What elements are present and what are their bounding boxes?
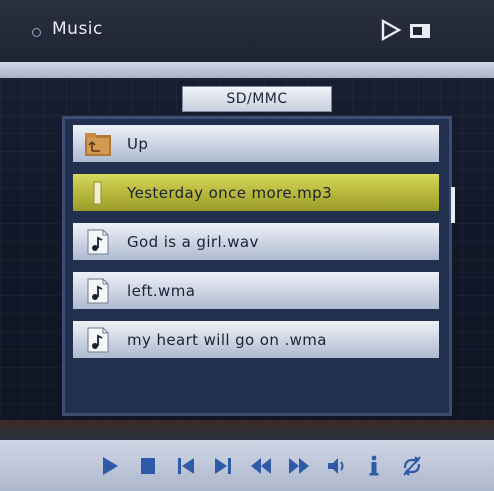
file-list-item[interactable]: left.wma bbox=[73, 272, 439, 309]
bottom-divider bbox=[0, 420, 494, 442]
title-bar: Music bbox=[0, 0, 494, 66]
playback-controls bbox=[96, 447, 426, 485]
fast-forward-icon[interactable] bbox=[285, 450, 313, 482]
file-name: Yesterday once more.mp3 bbox=[127, 183, 333, 202]
file-name: left.wma bbox=[127, 281, 196, 300]
file-list-panel: Up Yesterday once more.mp3 God is a girl.w… bbox=[62, 116, 455, 416]
audio-file-icon bbox=[83, 325, 113, 355]
scrollbar-thumb[interactable] bbox=[451, 187, 455, 223]
file-list-item[interactable]: God is a girl.wav bbox=[73, 223, 439, 260]
playback-indicator-icon bbox=[381, 18, 402, 42]
audio-file-icon bbox=[83, 178, 113, 208]
folder-up-icon bbox=[83, 129, 113, 159]
folder-up-item[interactable]: Up bbox=[73, 125, 439, 162]
storage-source-tab[interactable]: SD/MMC bbox=[182, 86, 332, 112]
app-title: Music bbox=[52, 19, 103, 39]
sd-card-indicator-icon bbox=[410, 24, 430, 38]
file-list-item[interactable]: my heart will go on .wma bbox=[73, 321, 439, 358]
next-track-icon[interactable] bbox=[209, 450, 237, 482]
player-screen: Music SD/MMC Up Yesterday once more.mp3 Go… bbox=[0, 0, 494, 491]
audio-file-icon bbox=[83, 227, 113, 257]
header-divider bbox=[0, 62, 494, 78]
audio-file-icon bbox=[83, 276, 113, 306]
previous-track-icon[interactable] bbox=[172, 450, 200, 482]
rewind-icon[interactable] bbox=[247, 450, 275, 482]
file-name: my heart will go on .wma bbox=[127, 330, 327, 349]
file-list: Up Yesterday once more.mp3 God is a girl.w… bbox=[73, 125, 439, 370]
info-icon[interactable] bbox=[360, 450, 388, 482]
stop-icon[interactable] bbox=[134, 450, 162, 482]
file-name: Up bbox=[127, 134, 149, 153]
volume-icon[interactable] bbox=[323, 450, 351, 482]
status-dot-icon bbox=[32, 28, 41, 37]
file-name: God is a girl.wav bbox=[127, 232, 259, 251]
play-icon[interactable] bbox=[96, 450, 124, 482]
file-list-item[interactable]: Yesterday once more.mp3 bbox=[73, 174, 439, 211]
repeat-off-icon[interactable] bbox=[398, 450, 426, 482]
